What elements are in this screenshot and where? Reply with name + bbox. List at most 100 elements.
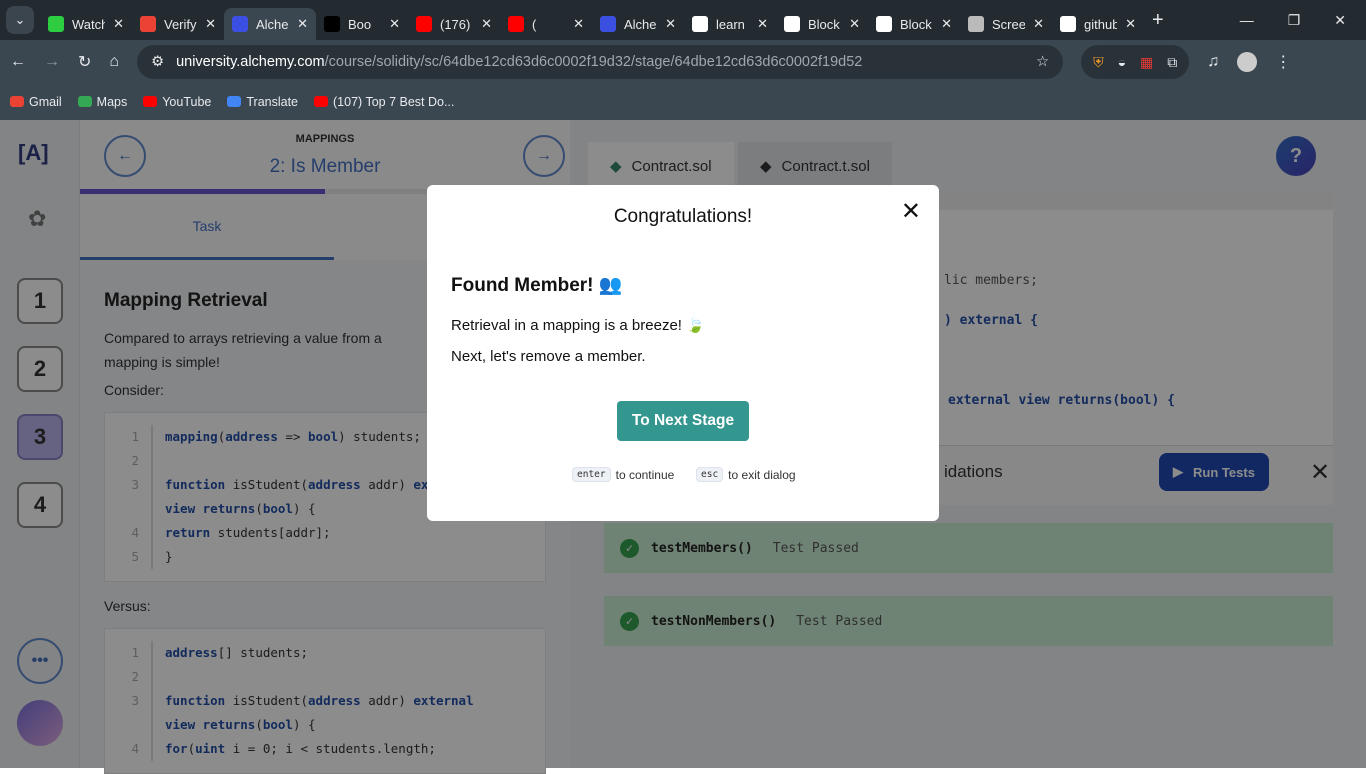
bookmark[interactable]: Gmail <box>10 95 62 109</box>
browser-tab[interactable]: Block ✕ <box>868 8 960 40</box>
tab-favicon <box>1060 16 1076 32</box>
tab-close-icon[interactable]: ✕ <box>941 16 952 32</box>
bookmark[interactable]: (107) Top 7 Best Do... <box>314 95 454 109</box>
puzzle-icon[interactable]: ⧉ <box>1167 54 1177 71</box>
play-icon: ▶ <box>1173 464 1184 479</box>
next-stage-button[interactable]: → <box>523 135 565 177</box>
browser-tab[interactable]: Alchemy ✕ <box>224 8 316 40</box>
tab-title: Verify <box>164 16 197 32</box>
bookmark[interactable]: Translate <box>227 95 298 109</box>
tab-task[interactable]: Task <box>80 194 334 260</box>
tab-title: Block <box>900 16 932 32</box>
browser-tab[interactable]: (✕ <box>500 8 592 40</box>
bookmark[interactable]: YouTube <box>143 95 211 109</box>
browser-tab[interactable]: Boo ✕ <box>316 8 408 40</box>
forward-button[interactable]: → <box>44 53 60 71</box>
line-number <box>105 497 153 521</box>
file-tab-contract[interactable]: ◆ Contract.sol <box>588 142 734 190</box>
tab-close-icon[interactable]: ✕ <box>113 16 124 32</box>
reload-button[interactable]: ↻ <box>78 52 91 72</box>
tab-title: Watch <box>72 16 106 32</box>
media-icon[interactable]: ♫ <box>1207 53 1219 71</box>
line-number: 3 <box>105 689 153 713</box>
site-info-icon[interactable]: ⚙ <box>151 54 164 70</box>
bookmark-label: Maps <box>96 95 128 109</box>
code-text: address[] students; <box>165 645 308 660</box>
browser-tab[interactable]: Alchemy ✕ <box>592 8 684 40</box>
bookmark[interactable]: Maps <box>77 95 128 109</box>
tab-close-icon[interactable]: ✕ <box>205 16 216 32</box>
close-window-button[interactable]: ✕ <box>1334 12 1346 29</box>
tab-close-icon[interactable]: ✕ <box>665 16 676 32</box>
step-4-button[interactable]: 4 <box>17 482 63 528</box>
line-number: 4 <box>105 521 153 545</box>
tab-favicon <box>416 16 432 32</box>
address-bar[interactable]: ⚙ university.alchemy.com/course/solidity… <box>137 45 1064 79</box>
code-block: 1 address[] students; 2 3 function isStuden… <box>104 628 546 774</box>
run-tests-button[interactable]: ▶ Run Tests <box>1159 453 1269 491</box>
help-button[interactable]: ? <box>1276 136 1316 176</box>
tab-favicon <box>232 16 248 32</box>
dialog-title: Congratulations! <box>613 206 753 227</box>
tab-search-button[interactable]: ⌄ <box>6 6 34 34</box>
tab-close-icon[interactable]: ✕ <box>481 16 492 32</box>
code-line: 4 return students[addr]; <box>105 521 545 545</box>
minimize-button[interactable]: — <box>1240 12 1254 29</box>
step-2-button[interactable]: 2 <box>17 346 63 392</box>
more-button[interactable]: ••• <box>17 638 63 684</box>
browser-tab[interactable]: Watch ✕ <box>40 8 132 40</box>
new-tab-button[interactable]: + <box>1152 9 1164 32</box>
back-button[interactable]: ← <box>10 53 26 71</box>
extension-icon[interactable]: ◒ <box>1118 54 1126 70</box>
tab-close-icon[interactable]: ✕ <box>297 16 308 32</box>
file-tab-contract-test[interactable]: ◆ Contract.t.sol <box>738 142 892 190</box>
bookmark-star-icon[interactable]: ☆ <box>1036 54 1049 70</box>
tab-close-icon[interactable]: ✕ <box>573 16 584 32</box>
tab-favicon <box>508 16 524 32</box>
browser-toolbar: ← → ↻ ⌂ ⚙ university.alchemy.com/course/… <box>0 40 1366 84</box>
line-number: 1 <box>105 641 153 665</box>
close-validations-button[interactable]: ✕ <box>1310 458 1330 487</box>
tab-title: Alchemy <box>256 16 289 32</box>
code-line: 3 function isStudent(address addr) extern… <box>105 689 545 713</box>
next-stage-dialog-button[interactable]: To Next Stage <box>617 401 749 441</box>
browser-tab[interactable]: github ✕ <box>1052 8 1144 40</box>
restore-button[interactable]: ❐ <box>1288 12 1301 29</box>
sidebar: [A] ✿ 1 2 3 4 ••• <box>0 120 80 768</box>
user-avatar[interactable] <box>17 700 63 746</box>
ethereum-icon: ◆ <box>760 158 772 175</box>
code-text: return students[addr]; <box>165 525 331 540</box>
alchemy-logo[interactable]: [A] <box>18 140 49 166</box>
browser-tab[interactable]: Block ✕ <box>776 8 868 40</box>
extensions-area: ⛨ ◒ ▦ ⧉ <box>1081 45 1190 79</box>
extension-icon[interactable]: ▦ <box>1140 54 1153 71</box>
tab-close-icon[interactable]: ✕ <box>1033 16 1044 32</box>
tab-title: Block <box>808 16 840 32</box>
test-status: Test Passed <box>796 613 883 629</box>
brave-extension-icon[interactable]: ⛨ <box>1093 54 1104 71</box>
tab-close-icon[interactable]: ✕ <box>849 16 860 32</box>
brain-icon[interactable]: ✿ <box>28 206 46 232</box>
check-icon: ✓ <box>620 538 639 558</box>
browser-tab[interactable]: learn ✕ <box>684 8 776 40</box>
tab-favicon <box>140 16 156 32</box>
tab-title: learn <box>716 16 745 32</box>
step-3-button[interactable]: 3 <box>17 414 63 460</box>
close-icon[interactable]: ✕ <box>901 197 921 226</box>
tab-close-icon[interactable]: ✕ <box>389 16 400 32</box>
browser-tab[interactable]: (176) ✕ <box>408 8 500 40</box>
tab-favicon <box>48 16 64 32</box>
menu-icon[interactable]: ⋮ <box>1275 52 1291 72</box>
bookmark-label: YouTube <box>162 95 212 109</box>
line-number: 2 <box>105 449 153 473</box>
profile-avatar[interactable] <box>1237 52 1258 72</box>
test-name: testMembers() <box>651 540 753 556</box>
line-number: 5 <box>105 545 153 569</box>
browser-tab[interactable]: Verify ✕ <box>132 8 224 40</box>
browser-tab[interactable]: Screen ✕ <box>960 8 1052 40</box>
tab-close-icon[interactable]: ✕ <box>757 16 768 32</box>
home-button[interactable]: ⌂ <box>109 53 119 71</box>
step-1-button[interactable]: 1 <box>17 278 63 324</box>
tab-close-icon[interactable]: ✕ <box>1125 16 1136 32</box>
